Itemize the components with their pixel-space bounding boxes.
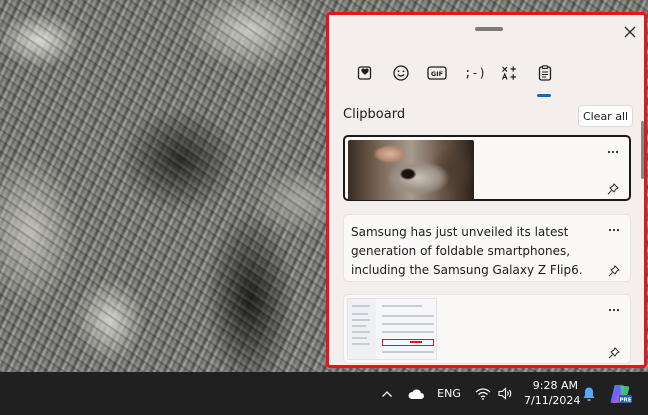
tab-emoji[interactable] bbox=[387, 59, 415, 87]
preview-badge: PRE bbox=[619, 397, 631, 403]
clock-time: 9:28 AM bbox=[532, 379, 578, 392]
clipboard-history-panel: GIF ;-) Clipboard Clear all Samsung has … bbox=[326, 12, 647, 368]
gif-label: GIF bbox=[431, 70, 443, 78]
chevron-up-icon bbox=[382, 390, 392, 397]
pin-icon bbox=[608, 347, 620, 359]
show-hidden-icons-button[interactable] bbox=[377, 372, 397, 415]
taskbar: ENG 9:28 AM 7/11/2024 PRE bbox=[0, 372, 648, 415]
input-language-button[interactable]: ENG bbox=[434, 372, 464, 415]
clipboard-item-screenshot[interactable] bbox=[343, 294, 631, 364]
clipboard-item-text[interactable]: Samsung has just unveiled its latest gen… bbox=[343, 214, 631, 282]
tab-symbols[interactable] bbox=[495, 59, 523, 87]
notifications-button[interactable] bbox=[580, 372, 598, 415]
more-icon bbox=[608, 308, 620, 312]
copilot-button[interactable]: PRE bbox=[606, 372, 634, 415]
clipboard-item-image[interactable] bbox=[343, 135, 631, 201]
cloud-icon bbox=[408, 389, 424, 399]
more-icon bbox=[608, 228, 620, 232]
drag-handle[interactable] bbox=[475, 27, 503, 31]
scrollbar-thumb[interactable] bbox=[641, 121, 644, 179]
pin-button[interactable] bbox=[608, 344, 620, 359]
smiley-icon bbox=[393, 65, 409, 81]
tab-favorites[interactable] bbox=[351, 59, 379, 87]
more-icon bbox=[607, 150, 619, 154]
network-button[interactable] bbox=[472, 372, 494, 415]
gif-icon: GIF bbox=[427, 66, 447, 80]
tab-clipboard[interactable] bbox=[531, 59, 559, 87]
selected-tab-indicator bbox=[537, 94, 551, 97]
clipboard-icon bbox=[538, 65, 552, 81]
heart-sticker-icon bbox=[357, 66, 372, 80]
settings-screenshot-image bbox=[347, 298, 437, 360]
clear-all-button[interactable]: Clear all bbox=[578, 105, 633, 127]
kaomoji-icon: ;-) bbox=[464, 66, 486, 80]
copilot-icon: PRE bbox=[610, 384, 632, 403]
pin-button[interactable] bbox=[607, 180, 619, 195]
more-options-button[interactable] bbox=[606, 221, 622, 233]
pin-icon bbox=[608, 265, 620, 277]
onedrive-button[interactable] bbox=[404, 372, 428, 415]
pin-icon bbox=[607, 183, 619, 195]
tab-kaomoji[interactable]: ;-) bbox=[459, 59, 491, 87]
clock-date: 7/11/2024 bbox=[524, 394, 581, 407]
pin-button[interactable] bbox=[608, 262, 620, 277]
speaker-icon bbox=[498, 387, 512, 400]
wifi-icon bbox=[475, 388, 491, 400]
tab-gif[interactable]: GIF bbox=[423, 59, 451, 87]
clock-button[interactable]: 9:28 AM 7/11/2024 bbox=[524, 378, 581, 408]
close-icon bbox=[624, 26, 636, 38]
squirrel-image bbox=[348, 140, 474, 200]
clipboard-text-preview: Samsung has just unveiled its latest gen… bbox=[351, 225, 583, 277]
more-options-button[interactable] bbox=[605, 143, 621, 155]
volume-button[interactable] bbox=[494, 372, 516, 415]
bell-icon bbox=[583, 387, 595, 401]
category-tabs: GIF ;-) bbox=[351, 59, 571, 97]
section-title: Clipboard bbox=[343, 107, 406, 122]
close-button[interactable] bbox=[621, 23, 639, 41]
more-options-button[interactable] bbox=[606, 301, 622, 313]
symbols-icon bbox=[501, 66, 516, 80]
